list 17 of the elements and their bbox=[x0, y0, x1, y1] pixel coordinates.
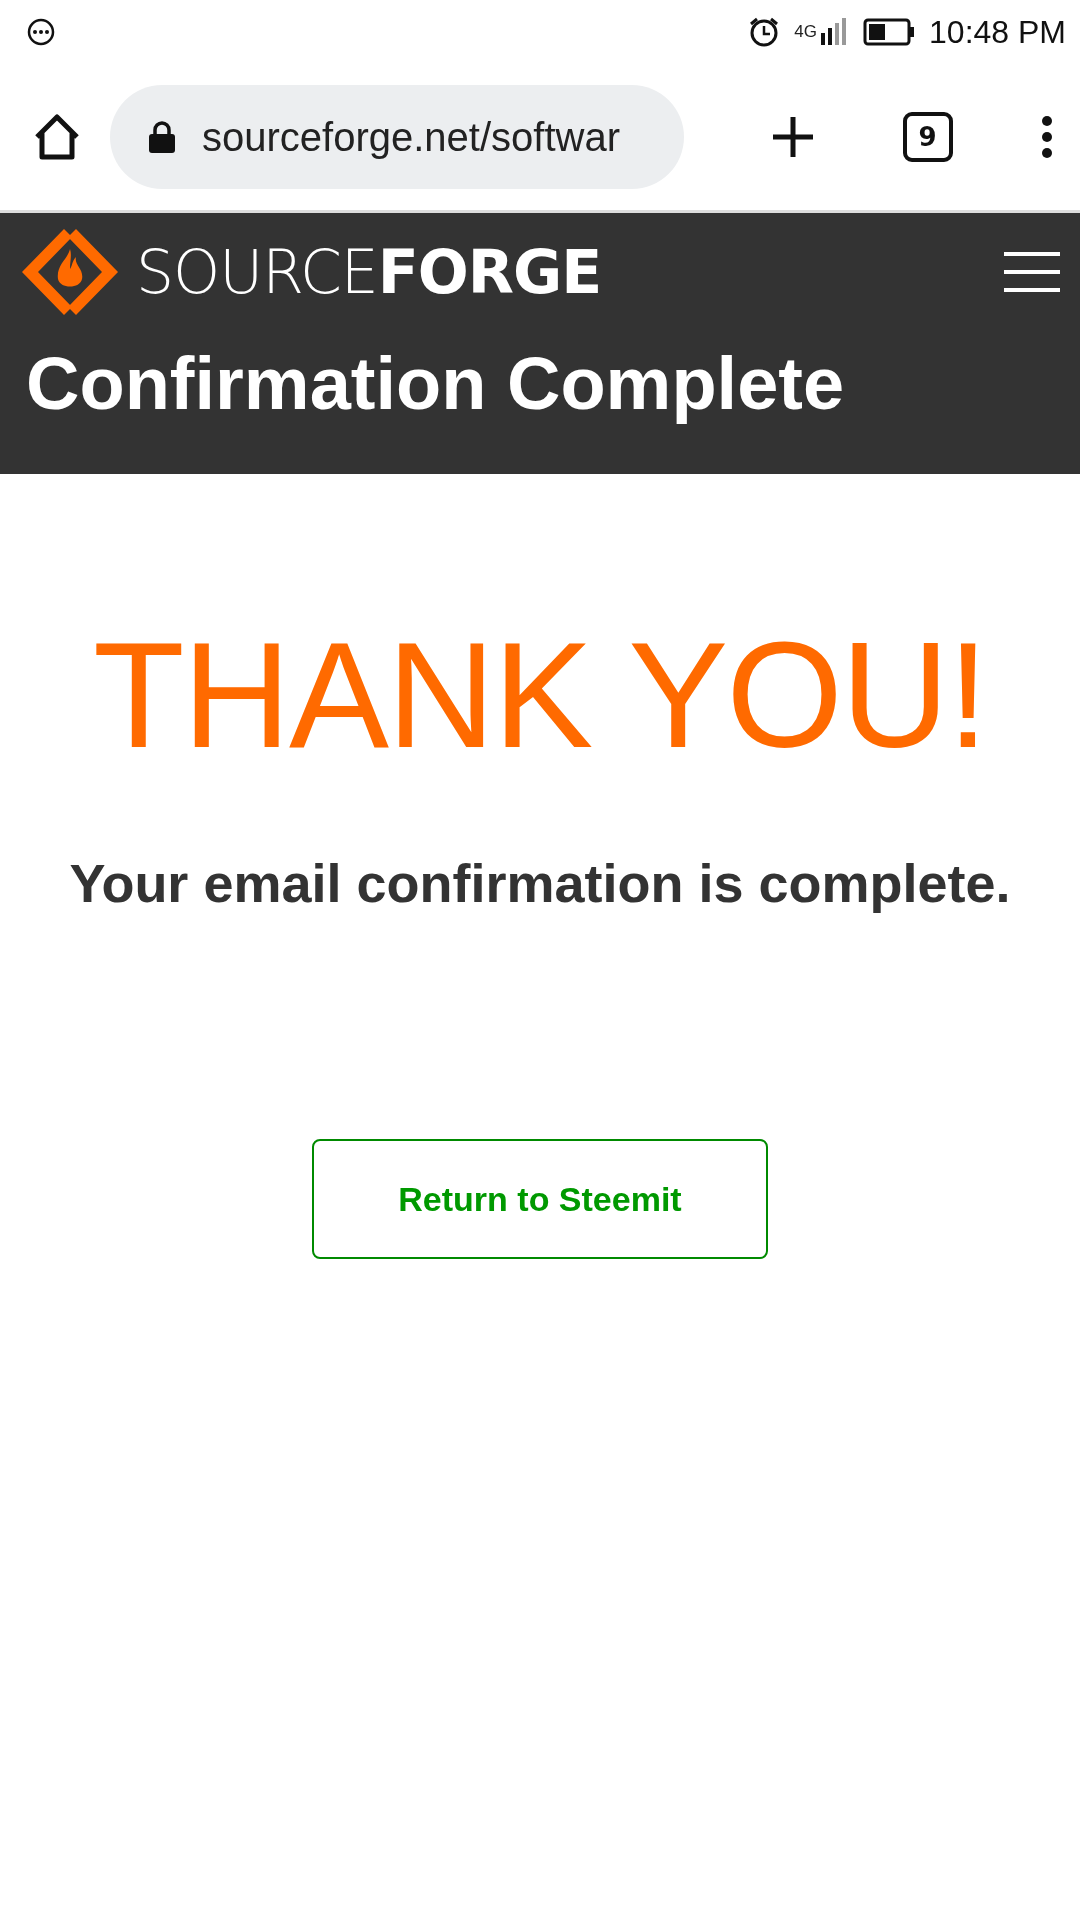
menu-icon[interactable] bbox=[1004, 251, 1060, 293]
url-text: sourceforge.net/softwar bbox=[202, 114, 620, 160]
address-bar[interactable]: sourceforge.net/softwar bbox=[110, 85, 684, 189]
battery-icon bbox=[863, 18, 916, 46]
more-icon bbox=[26, 17, 56, 47]
menu-icon[interactable] bbox=[1040, 115, 1054, 159]
lock-icon bbox=[148, 120, 176, 154]
plus-icon[interactable] bbox=[771, 115, 816, 159]
alarm-icon bbox=[748, 16, 781, 48]
return-button[interactable]: Return to Steemit bbox=[312, 1139, 768, 1259]
network-type: 4G bbox=[794, 22, 818, 42]
clock-time: 10:48 PM bbox=[929, 13, 1066, 51]
thank-you-heading: THANK YOU! bbox=[92, 610, 988, 781]
logo-wordmark: SOURCEFORGE bbox=[136, 237, 602, 307]
page-title: Confirmation Complete bbox=[26, 341, 846, 426]
tab-count-button[interactable]: 9 bbox=[902, 112, 953, 162]
confirmation-message: Your email confirmation is complete. bbox=[69, 852, 1011, 914]
